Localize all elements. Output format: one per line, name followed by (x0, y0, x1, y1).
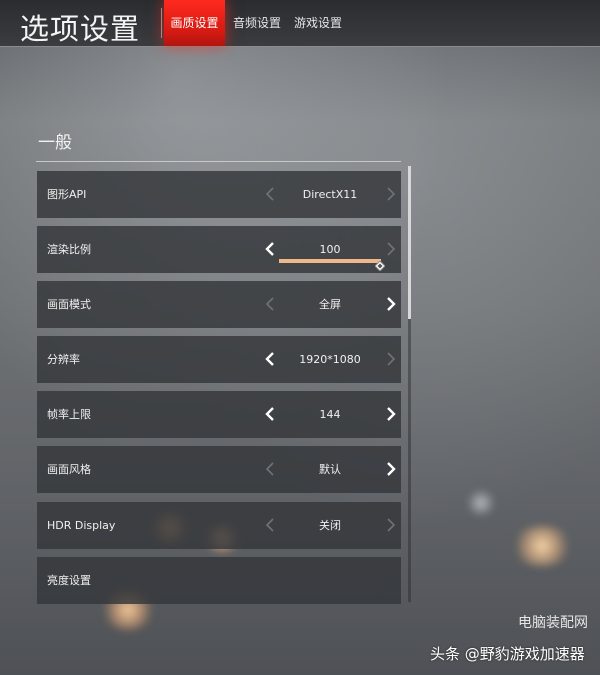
setting-row-frame-rate-cap[interactable]: 帧率上限 144 (37, 391, 401, 438)
setting-label: 分辨率 (47, 353, 80, 366)
setting-label: 渲染比例 (47, 243, 91, 256)
setting-label: 帧率上限 (47, 408, 91, 421)
setting-value: 全屏 (319, 298, 341, 311)
chevron-left-icon (261, 459, 281, 479)
chevron-right-icon[interactable] (380, 459, 400, 479)
setting-row-display-mode[interactable]: 画面模式 全屏 (37, 281, 401, 328)
section-divider (36, 161, 401, 162)
setting-row-render-scale[interactable]: 渲染比例 100 (37, 226, 401, 273)
watermark-site: 电脑装配网 (518, 615, 588, 631)
setting-label: 图形API (47, 188, 87, 201)
tab-audio-settings[interactable]: 音频设置 (232, 0, 282, 46)
chevron-left-icon[interactable] (261, 239, 281, 259)
setting-value: 144 (319, 408, 341, 421)
chevron-left-icon[interactable] (261, 349, 281, 369)
setting-value: 100 (319, 243, 341, 256)
chevron-right-icon[interactable] (380, 294, 400, 314)
setting-value: 默认 (319, 463, 341, 476)
setting-row-hdr-display[interactable]: HDR Display 关闭 (37, 502, 401, 549)
tab-game-settings[interactable]: 游戏设置 (292, 0, 344, 46)
setting-label: 亮度设置 (47, 574, 91, 587)
setting-row-resolution[interactable]: 分辨率 1920*1080 (37, 336, 401, 383)
section-title: 一般 (38, 133, 72, 153)
scrollbar-thumb[interactable] (408, 166, 411, 319)
chevron-right-icon (380, 184, 400, 204)
setting-row-graphics-api[interactable]: 图形API DirectX11 (37, 171, 401, 218)
title-divider (161, 8, 162, 38)
setting-value: 关闭 (319, 519, 341, 532)
chevron-left-icon (261, 515, 281, 535)
watermark-text: 头条 @野豹游戏加速器 (430, 645, 585, 663)
setting-label: 画面模式 (47, 298, 91, 311)
chevron-left-icon (261, 184, 281, 204)
light-glow (466, 490, 496, 516)
slider-handle-icon[interactable] (374, 256, 386, 272)
tab-graphics-settings[interactable]: 画质设置 (164, 0, 225, 46)
setting-value: 1920*1080 (299, 353, 361, 366)
setting-row-visual-style[interactable]: 画面风格 默认 (37, 446, 401, 493)
setting-label: 画面风格 (47, 463, 91, 476)
chevron-right-icon[interactable] (380, 404, 400, 424)
chevron-right-icon (380, 515, 400, 535)
setting-label: HDR Display (47, 519, 116, 532)
chevron-left-icon (261, 294, 281, 314)
setting-row-brightness[interactable]: 亮度设置 (37, 557, 401, 604)
chevron-left-icon[interactable] (261, 404, 281, 424)
top-bar: 选项设置 画质设置 音频设置 游戏设置 (0, 0, 600, 47)
chevron-right-icon (380, 349, 400, 369)
render-scale-slider[interactable] (279, 259, 381, 263)
page-title: 选项设置 (20, 12, 141, 46)
setting-value: DirectX11 (302, 188, 358, 201)
light-glow (510, 526, 574, 566)
